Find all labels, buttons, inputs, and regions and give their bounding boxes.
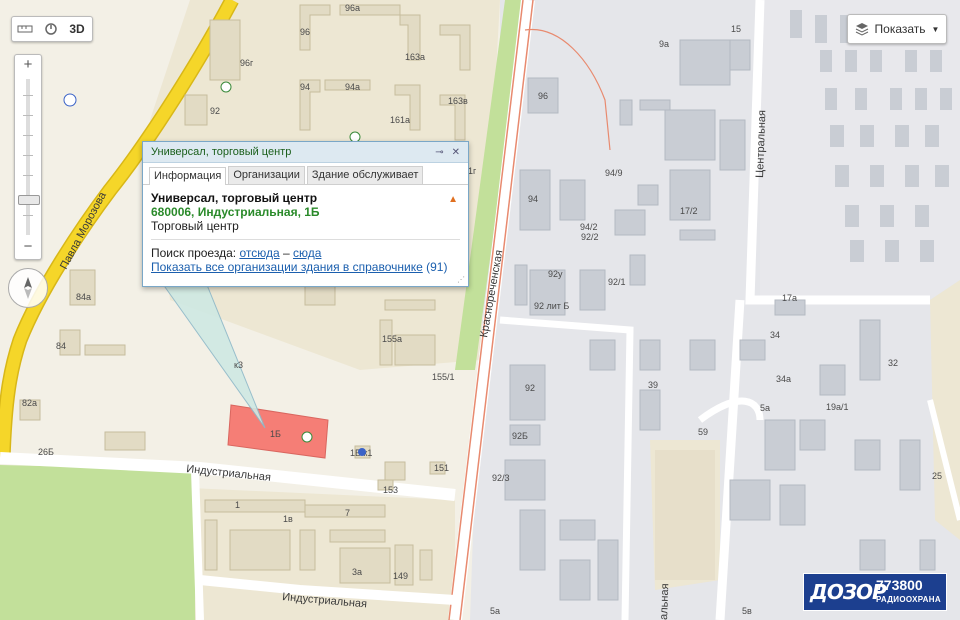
lbl-26b: 26Б xyxy=(38,447,54,457)
route-dash: – xyxy=(282,246,290,260)
park-area xyxy=(0,465,195,620)
lbl-32: 32 xyxy=(888,358,898,368)
layers-label: Показать xyxy=(874,22,926,36)
lbl-92-2: 92/2 xyxy=(581,232,599,242)
lbl-92litb: 92 лит Б xyxy=(534,301,569,311)
lbl-92b: 92 xyxy=(525,383,535,393)
place-address: 680006, Индустриальная, 1Б xyxy=(151,205,320,219)
lbl-5a: 5а xyxy=(760,403,770,413)
lbl-5v: 5в xyxy=(742,606,752,616)
lbl-59: 59 xyxy=(698,427,708,437)
lbl-9a: 9а xyxy=(659,39,669,49)
lbl-5a-b: 5а xyxy=(490,606,500,616)
all-orgs-link[interactable]: Показать все организации здания в справо… xyxy=(151,260,423,274)
lbl-155a: 155а xyxy=(382,334,402,344)
lbl-17-2: 17/2 xyxy=(680,206,698,216)
lbl-7: 7 xyxy=(345,508,350,518)
zoom-track[interactable] xyxy=(26,79,30,235)
lbl-92u: 92у xyxy=(548,269,563,279)
compass-icon[interactable] xyxy=(8,268,48,308)
lbl-34a: 34а xyxy=(776,374,791,384)
lbl-82a: 82а xyxy=(22,398,37,408)
poi-icon xyxy=(301,431,313,443)
lbl-96a: 96а xyxy=(345,3,360,13)
lbl-153: 153 xyxy=(383,485,398,495)
lbl-3a: 3а xyxy=(352,567,362,577)
place-name: Универсал, торговый центр xyxy=(151,191,318,205)
lbl-92-1: 92/1 xyxy=(608,277,626,287)
street-bottom-partial: альная xyxy=(658,583,671,620)
chevron-down-icon: ▼ xyxy=(931,24,940,34)
route-search: Поиск проезда: отсюда – сюда xyxy=(151,246,460,260)
lbl-94-9: 94/9 xyxy=(605,168,623,178)
lbl-163a: 163а xyxy=(405,52,425,62)
lbl-163v: 163в xyxy=(448,96,468,106)
lbl-1b: 1Б xyxy=(270,429,281,439)
tab-organizations[interactable]: Организации xyxy=(228,166,305,184)
lbl-k3: к3 xyxy=(234,360,243,370)
divider xyxy=(151,239,460,240)
lbl-17a: 17а xyxy=(782,293,797,303)
logo-brand: ДОЗОР xyxy=(810,580,887,604)
all-orgs-count[interactable]: (91) xyxy=(426,260,447,274)
layers-icon xyxy=(855,23,868,36)
zoom-slider-thumb[interactable] xyxy=(18,195,40,205)
lbl-94r: 94 xyxy=(528,194,538,204)
ruler-icon[interactable] xyxy=(12,17,38,41)
balloon-tabs: Информация Организации Здание обслуживае… xyxy=(143,163,468,185)
route-to-link[interactable]: сюда xyxy=(293,246,321,260)
close-icon[interactable]: ✕ xyxy=(452,147,460,158)
tab-information[interactable]: Информация xyxy=(149,167,227,185)
lbl-84a: 84а xyxy=(76,292,91,302)
lbl-94-2: 94/2 xyxy=(580,222,598,232)
layers-button[interactable]: Показать ▼ xyxy=(847,14,947,44)
lbl-34: 34 xyxy=(770,330,780,340)
map-tools: 3D xyxy=(11,16,93,42)
lbl-96g: 96г xyxy=(240,58,254,68)
poi-icon xyxy=(63,93,77,107)
lbl-1g: 1г xyxy=(468,166,477,176)
lbl-96: 96 xyxy=(300,27,310,37)
logo-subtitle: РАДИООХРАНА xyxy=(876,595,941,604)
zoom-control: + − xyxy=(14,54,42,260)
resize-icon[interactable]: ⋰ xyxy=(457,275,465,284)
lbl-84: 84 xyxy=(56,341,66,351)
lbl-96r: 96 xyxy=(538,91,548,101)
lbl-15: 15 xyxy=(731,24,741,34)
balloon-header-title: Универсал, торговый центр xyxy=(151,146,292,158)
lbl-1v: 1в xyxy=(283,514,293,524)
advert-logo[interactable]: ДОЗОР 773800 РАДИООХРАНА xyxy=(803,573,947,611)
street-tsentralnaya: Центральная xyxy=(754,110,768,178)
place-category: Торговый центр xyxy=(151,219,239,233)
poi-icon xyxy=(220,81,232,93)
lbl-155-1: 155/1 xyxy=(432,372,455,382)
lbl-1: 1 xyxy=(235,500,240,510)
magnifier-icon[interactable] xyxy=(38,17,64,41)
lbl-161a: 161а xyxy=(390,115,410,125)
route-from-link[interactable]: отсюда xyxy=(239,246,279,260)
lbl-149: 149 xyxy=(393,571,408,581)
lbl-94: 94 xyxy=(300,82,310,92)
zoom-out-button[interactable]: − xyxy=(15,237,41,257)
logo-phone: 773800 xyxy=(876,577,923,593)
lbl-151: 151 xyxy=(434,463,449,473)
map-canvas[interactable]: 96а 96 96г 163а 94 94а 92 163в 161а 1г 8… xyxy=(0,0,960,620)
lbl-92-3: 92/3 xyxy=(492,473,510,483)
tab-building-serves[interactable]: Здание обслуживает xyxy=(306,166,424,184)
zoom-in-button[interactable]: + xyxy=(15,55,41,75)
warning-icon[interactable]: ▲ xyxy=(448,194,458,205)
lbl-25: 25 xyxy=(932,471,942,481)
lbl-94a: 94а xyxy=(345,82,360,92)
poi-icon xyxy=(358,448,366,456)
lbl-92B: 92Б xyxy=(512,431,528,441)
balloon-header: Универсал, торговый центр ⊸ ✕ xyxy=(143,142,468,163)
3d-button[interactable]: 3D xyxy=(64,17,90,41)
route-prefix: Поиск проезда: xyxy=(151,246,237,260)
lbl-92: 92 xyxy=(210,106,220,116)
pin-icon[interactable]: ⊸ xyxy=(435,147,443,158)
info-balloon: Универсал, торговый центр ⊸ ✕ Информация… xyxy=(142,141,469,287)
lbl-19a-1: 19а/1 xyxy=(826,402,849,412)
lbl-39: 39 xyxy=(648,380,658,390)
